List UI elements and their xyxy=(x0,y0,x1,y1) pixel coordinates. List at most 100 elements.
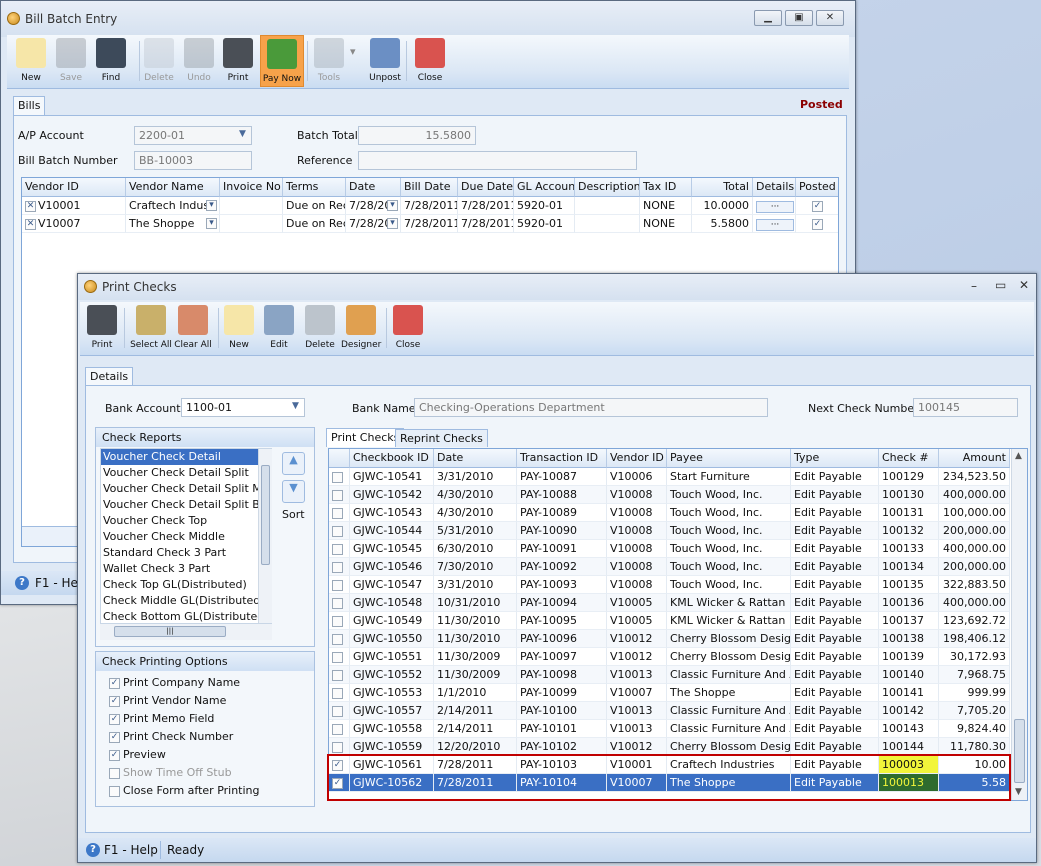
row-checkbox[interactable] xyxy=(332,633,343,645)
cell-date[interactable]: 6/30/2010 xyxy=(434,540,517,558)
column-header[interactable]: Bill Date xyxy=(401,178,458,197)
cell-check[interactable]: 100133 xyxy=(879,540,939,558)
cell-total[interactable]: 10.0000 xyxy=(692,197,753,215)
cell-check[interactable]: 100134 xyxy=(879,558,939,576)
column-header[interactable]: Details xyxy=(753,178,796,197)
toolbar-find-button[interactable]: Find xyxy=(96,35,126,87)
cell-check[interactable]: 100136 xyxy=(879,594,939,612)
cell-amount[interactable]: 400,000.00 xyxy=(939,486,1010,504)
option-checkbox-row[interactable]: ✓ Print Check Number xyxy=(109,730,309,748)
cell-transaction-id[interactable]: PAY-10095 xyxy=(517,612,607,630)
cell-check[interactable]: 100130 xyxy=(879,486,939,504)
chevron-down-icon[interactable]: ▾ xyxy=(387,218,398,229)
cell-transaction-id[interactable]: PAY-10088 xyxy=(517,486,607,504)
scroll-up-icon[interactable]: ▲ xyxy=(1015,451,1022,461)
minimize-button[interactable]: ▁ xyxy=(754,10,782,26)
cell-payee[interactable]: Touch Wood, Inc. xyxy=(667,522,791,540)
column-header[interactable]: Terms xyxy=(283,178,346,197)
cell-payee[interactable]: Classic Furniture And Ap xyxy=(667,720,791,738)
cell-transaction-id[interactable]: PAY-10092 xyxy=(517,558,607,576)
cell-amount[interactable]: 200,000.00 xyxy=(939,558,1010,576)
help-label[interactable]: F1 - Help xyxy=(104,843,158,857)
tab-print-checks[interactable]: Print Checks xyxy=(326,428,405,447)
cell-amount[interactable]: 999.99 xyxy=(939,684,1010,702)
cell-amount[interactable]: 400,000.00 xyxy=(939,540,1010,558)
cell-transaction-id[interactable]: PAY-10101 xyxy=(517,720,607,738)
column-header[interactable]: Check # xyxy=(879,449,939,468)
help-icon[interactable]: ? xyxy=(15,576,29,590)
option-checkbox-row[interactable]: ✓ Print Vendor Name xyxy=(109,694,309,712)
toolbar-close-button[interactable]: Close xyxy=(414,35,446,87)
cell-vendor-id[interactable]: ✕ V10007 xyxy=(22,215,126,233)
cell-amount[interactable]: 30,172.93 xyxy=(939,648,1010,666)
cell-vendor-id[interactable]: V10013 xyxy=(607,702,667,720)
column-header[interactable]: Due Date xyxy=(458,178,514,197)
cell-transaction-id[interactable]: PAY-10091 xyxy=(517,540,607,558)
cell-transaction-id[interactable]: PAY-10099 xyxy=(517,684,607,702)
cell-vendor-id[interactable]: V10013 xyxy=(607,720,667,738)
cell-amount[interactable]: 198,406.12 xyxy=(939,630,1010,648)
cell-checkbook-id[interactable]: GJWC-10544 xyxy=(350,522,434,540)
check-report-item[interactable]: Standard Check 3 Part xyxy=(101,545,258,561)
toolbar-save-button[interactable]: Save xyxy=(56,35,86,87)
cell-transaction-id[interactable]: PAY-10096 xyxy=(517,630,607,648)
cell-details[interactable]: ··· xyxy=(753,197,796,215)
cell-type[interactable]: Edit Payable xyxy=(791,684,879,702)
toolbar-unpost-button[interactable]: Unpost xyxy=(369,35,401,87)
cell-vendor-id[interactable]: V10005 xyxy=(607,612,667,630)
cell-type[interactable]: Edit Payable xyxy=(791,648,879,666)
row-select-cell[interactable] xyxy=(329,486,350,504)
cell-vendor-id[interactable]: V10012 xyxy=(607,630,667,648)
row-checkbox[interactable] xyxy=(332,669,343,681)
cell-amount[interactable]: 400,000.00 xyxy=(939,594,1010,612)
row-select-cell[interactable] xyxy=(329,594,350,612)
cell-date[interactable]: 11/30/2010 xyxy=(434,630,517,648)
cell-amount[interactable]: 123,692.72 xyxy=(939,612,1010,630)
cell-type[interactable]: Edit Payable xyxy=(791,612,879,630)
cell-tax-id[interactable]: NONE xyxy=(640,197,692,215)
row-select-cell[interactable] xyxy=(329,504,350,522)
tools-dropdown-icon[interactable]: ▾ xyxy=(350,45,356,58)
cell-date[interactable]: 2/14/2011 xyxy=(434,702,517,720)
list-horizontal-scrollbar[interactable]: ||| xyxy=(100,624,272,640)
row-checkbox[interactable] xyxy=(332,687,343,699)
check-report-item[interactable]: Voucher Check Detail xyxy=(101,449,258,465)
row-select-cell[interactable] xyxy=(329,720,350,738)
column-header[interactable]: Total xyxy=(692,178,753,197)
close-button[interactable]: ✕ xyxy=(816,10,844,26)
toolbar-print-button[interactable]: Print xyxy=(86,302,118,354)
cell-date[interactable]: 1/1/2010 xyxy=(434,684,517,702)
tab-bills[interactable]: Bills xyxy=(13,96,46,116)
row-checkbox[interactable] xyxy=(332,723,343,735)
cell-date[interactable]: 4/30/2010 xyxy=(434,486,517,504)
cell-check[interactable]: 100142 xyxy=(879,702,939,720)
cell-due-date[interactable]: 7/28/2011 xyxy=(458,197,514,215)
column-header[interactable]: Posted xyxy=(796,178,838,197)
row-checkbox[interactable] xyxy=(332,471,343,483)
option-checkbox[interactable]: ✓ xyxy=(109,677,120,689)
row-checkbox[interactable] xyxy=(332,705,343,717)
toolbar-edit-button[interactable]: Edit xyxy=(263,302,295,354)
option-checkbox[interactable] xyxy=(109,785,120,797)
column-header[interactable]: Amount xyxy=(939,449,1010,468)
scroll-down-icon[interactable]: ▼ xyxy=(1015,787,1022,797)
cell-check[interactable]: 100131 xyxy=(879,504,939,522)
row-select-cell[interactable] xyxy=(329,612,350,630)
toolbar-new-button[interactable]: New xyxy=(16,35,46,87)
grid-vertical-scrollbar[interactable]: ▲ ▼ xyxy=(1011,449,1027,800)
option-checkbox-row[interactable]: ✓ Print Memo Field xyxy=(109,712,309,730)
cell-date[interactable]: 3/31/2010 xyxy=(434,468,517,486)
row-checkbox[interactable] xyxy=(332,489,343,501)
cell-vendor-id[interactable]: V10008 xyxy=(607,576,667,594)
reference-field[interactable] xyxy=(358,151,637,170)
cell-details[interactable]: ··· xyxy=(753,215,796,233)
cell-gl-account[interactable]: 5920-01 xyxy=(514,215,575,233)
column-header[interactable]: Vendor ID xyxy=(22,178,126,197)
toolbar-close-button[interactable]: Close xyxy=(392,302,424,354)
scrollbar-thumb[interactable] xyxy=(1014,719,1025,783)
restore-button[interactable]: ▣ xyxy=(785,10,813,26)
row-checkbox[interactable] xyxy=(332,741,343,753)
column-header[interactable]: Type xyxy=(791,449,879,468)
cell-checkbook-id[interactable]: GJWC-10542 xyxy=(350,486,434,504)
cell-amount[interactable]: 7,968.75 xyxy=(939,666,1010,684)
